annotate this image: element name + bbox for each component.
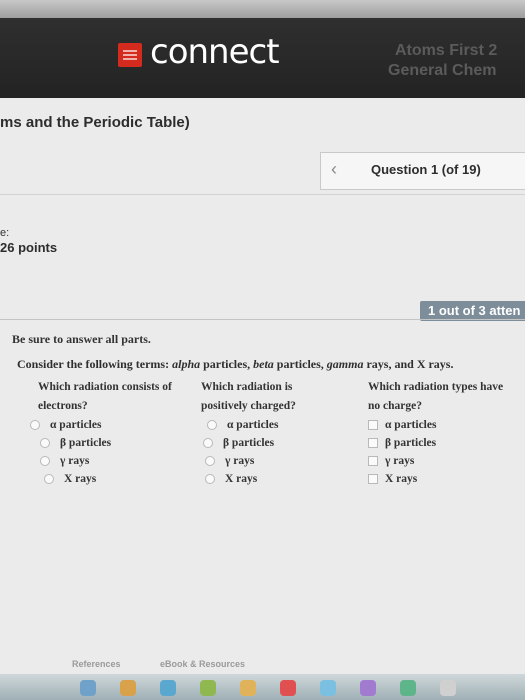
dock-app-icon[interactable] — [80, 680, 96, 696]
checkbox[interactable] — [368, 456, 378, 466]
radio-option[interactable]: γ rays — [38, 452, 172, 470]
option-label: γ rays — [385, 455, 415, 467]
radio-button[interactable] — [40, 456, 50, 466]
checkbox-option[interactable]: γ rays — [368, 452, 503, 470]
option-label: γ rays — [225, 455, 255, 467]
app-header: connect Atoms First 2 General Chem — [0, 18, 525, 98]
chevron-left-icon[interactable]: ‹ — [331, 159, 337, 180]
course-title-line-1: Atoms First 2 — [395, 42, 498, 59]
dock-app-icon[interactable] — [200, 680, 216, 696]
window-top-strip — [0, 0, 525, 18]
radio-button[interactable] — [207, 420, 217, 430]
instructions: Be sure to answer all parts. — [12, 332, 151, 346]
prompt-rays: rays, and X rays. — [363, 357, 454, 371]
option-label: α particles — [227, 419, 279, 431]
assignment-title: ms and the Periodic Table) — [0, 114, 190, 131]
dock-app-icon[interactable] — [400, 680, 416, 696]
checkbox-option[interactable]: X rays — [368, 470, 503, 488]
question-electrons-line-1: Which radiation consists of — [38, 381, 172, 393]
prompt-lead: Consider the following terms: — [17, 357, 173, 371]
attempts-divider — [0, 319, 525, 320]
option-label: β particles — [60, 437, 112, 449]
question-positive-line-2: positively charged? — [201, 400, 296, 412]
checkbox-option[interactable]: α particles — [368, 416, 503, 434]
checkbox[interactable] — [368, 438, 378, 448]
prompt-particles-1: particles, — [200, 357, 254, 371]
option-label: α particles — [385, 419, 437, 431]
question-navigator: ‹ Question 1 (of 19) — [320, 152, 525, 190]
dock-app-icon[interactable] — [280, 680, 296, 696]
question-prompt: Consider the following terms: alpha part… — [17, 357, 453, 372]
radio-option[interactable]: γ rays — [201, 452, 296, 470]
prompt-gamma: gamma — [326, 357, 364, 371]
radio-option[interactable]: β particles — [38, 434, 172, 452]
radio-option[interactable]: α particles — [30, 416, 172, 434]
dock-app-icon[interactable] — [120, 680, 136, 696]
prompt-beta: beta — [253, 357, 274, 371]
dock-app-icon[interactable] — [160, 680, 176, 696]
radio-option[interactable]: X rays — [38, 470, 172, 488]
radio-button[interactable] — [44, 474, 54, 484]
points-value: 26 points — [0, 240, 58, 255]
option-label: X rays — [225, 473, 258, 485]
question-no-charge-line-1: Which radiation types have — [368, 381, 504, 393]
course-title-line-2: General Chem — [388, 62, 497, 79]
ebook-resources-link[interactable]: eBook & Resources — [160, 659, 245, 669]
question-electrons-line-2: electrons? — [38, 400, 88, 412]
question-no-charge-line-2: no charge? — [368, 400, 422, 412]
question-counter[interactable]: Question 1 (of 19) — [371, 162, 481, 177]
attempts-badge: 1 out of 3 atten — [420, 301, 525, 321]
mcgraw-hill-logo — [118, 43, 142, 67]
dock-app-icon[interactable] — [440, 680, 456, 696]
checkbox-option[interactable]: β particles — [368, 434, 503, 452]
question-electrons: Which radiation consists of electrons? α… — [30, 378, 172, 488]
references-link[interactable]: References — [72, 659, 121, 669]
radio-option[interactable]: α particles — [201, 416, 296, 434]
option-label: γ rays — [60, 455, 90, 467]
radio-option[interactable]: β particles — [201, 434, 296, 452]
dock-app-icon[interactable] — [320, 680, 336, 696]
option-label: β particles — [385, 437, 437, 449]
radio-button[interactable] — [203, 438, 213, 448]
question-no-charge: Which radiation types have no charge? α … — [368, 378, 503, 488]
prompt-particles-2: particles, — [273, 357, 327, 371]
prompt-alpha: alpha — [172, 357, 201, 371]
brand-name[interactable]: connect — [150, 32, 280, 72]
checkbox[interactable] — [368, 474, 378, 484]
radio-button[interactable] — [205, 456, 215, 466]
option-label: X rays — [385, 473, 418, 485]
radio-button[interactable] — [30, 420, 40, 430]
radio-option[interactable]: X rays — [201, 470, 296, 488]
score-label: e: — [0, 227, 10, 239]
dock-app-icon[interactable] — [360, 680, 376, 696]
radio-button[interactable] — [205, 474, 215, 484]
option-label: α particles — [50, 419, 102, 431]
question-positive-line-1: Which radiation is — [201, 381, 293, 393]
option-label: β particles — [223, 437, 275, 449]
radio-button[interactable] — [40, 438, 50, 448]
option-label: X rays — [64, 473, 97, 485]
dock-app-icon[interactable] — [240, 680, 256, 696]
question-positive: Which radiation is positively charged? α… — [201, 378, 296, 488]
divider — [0, 194, 525, 195]
checkbox[interactable] — [368, 420, 378, 430]
